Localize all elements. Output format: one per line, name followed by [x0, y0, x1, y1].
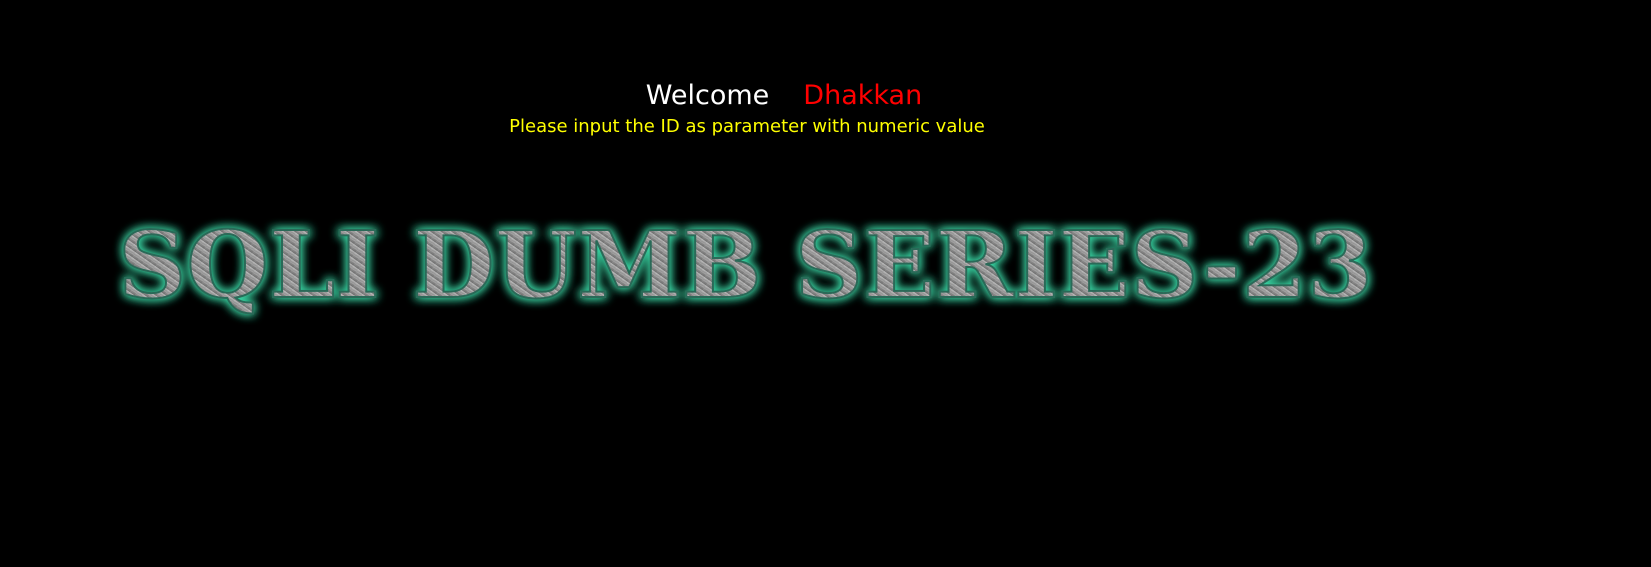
banner-logo-graphic: SQLI DUMB SERIES-23	[117, 210, 1374, 320]
page: Welcome Dhakkan Please input the ID as pa…	[0, 0, 1651, 567]
user-name: Dhakkan	[803, 80, 923, 111]
welcome-label: Welcome	[645, 80, 770, 111]
banner-logo: SQLI DUMB SERIES-23	[110, 205, 1390, 325]
instruction-text: Please input the ID as parameter with nu…	[509, 116, 985, 137]
banner-title: SQLI DUMB SERIES-23	[118, 211, 1373, 319]
welcome-line: Welcome Dhakkan	[0, 78, 1568, 114]
